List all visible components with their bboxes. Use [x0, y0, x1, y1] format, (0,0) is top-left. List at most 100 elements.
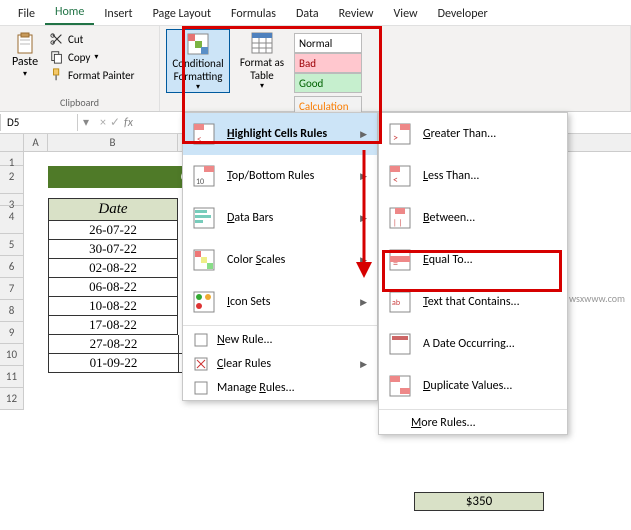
date-icon	[389, 333, 411, 355]
cut-label: Cut	[68, 33, 83, 46]
menu-highlight-cells[interactable]: < Highlight Cells Rules ▶	[183, 113, 377, 155]
date-label: A Date Occurring...	[423, 337, 557, 351]
row-header-7[interactable]: 7	[0, 278, 24, 300]
name-box[interactable]: D5	[0, 114, 78, 131]
paste-icon	[13, 31, 37, 55]
col-header-a[interactable]: A	[24, 134, 48, 151]
tab-home[interactable]: Home	[45, 1, 94, 25]
style-bad[interactable]: Bad	[294, 53, 362, 73]
cell-date-5[interactable]: 17-08-22	[48, 316, 178, 335]
style-normal[interactable]: Normal	[294, 33, 362, 53]
cell-date-3[interactable]: 06-08-22	[48, 278, 178, 297]
cond-fmt-label: Conditional Formatting	[167, 58, 229, 83]
style-good[interactable]: Good	[294, 73, 362, 93]
ribbon-tabs: File Home Insert Page Layout Formulas Da…	[0, 0, 631, 26]
duplicate-label: Duplicate Values...	[423, 379, 557, 393]
tab-insert[interactable]: Insert	[94, 3, 142, 25]
row-header-3[interactable]: 3	[0, 194, 24, 206]
menu-clear-rules[interactable]: Clear Rules ▶	[183, 352, 377, 376]
row-header-1[interactable]: 1	[0, 152, 24, 166]
menu-equal-to[interactable]: = Equal To...	[379, 239, 567, 281]
cell-extra-value[interactable]: $350	[414, 492, 544, 511]
cell-date-2[interactable]: 02-08-22	[48, 259, 178, 278]
cell-date-1[interactable]: 30-07-22	[48, 240, 178, 259]
tab-formulas[interactable]: Formulas	[221, 3, 286, 25]
menu-date-occurring[interactable]: A Date Occurring...	[379, 323, 567, 365]
icon-sets-icon	[193, 291, 215, 313]
row-header-8[interactable]: 8	[0, 300, 24, 322]
row-header-12[interactable]: 12	[0, 388, 24, 410]
menu-color-scales[interactable]: Color Scales ▶	[183, 239, 377, 281]
painter-label: Format Painter	[68, 69, 134, 82]
scissors-icon	[50, 32, 64, 46]
menu-manage-rules[interactable]: Manage Rules...	[183, 376, 377, 400]
table-icon	[250, 31, 274, 55]
tab-file[interactable]: File	[8, 3, 45, 25]
select-all-corner[interactable]	[0, 134, 24, 151]
menu-between[interactable]: | | Between...	[379, 197, 567, 239]
col-header-b[interactable]: B	[48, 134, 178, 151]
tab-view[interactable]: View	[384, 3, 428, 25]
row-header-5[interactable]: 5	[0, 234, 24, 256]
new-rule-icon	[193, 332, 209, 348]
cell-date-7[interactable]: 01-09-22	[48, 354, 178, 373]
row-header-9[interactable]: 9	[0, 322, 24, 344]
menu-more-rules[interactable]: More Rules...	[379, 412, 567, 434]
tab-data[interactable]: Data	[286, 3, 329, 25]
tab-developer[interactable]: Developer	[428, 3, 498, 25]
svg-text:>: >	[393, 131, 398, 144]
clear-rules-label: Clear Rules	[217, 357, 352, 371]
row-header-4[interactable]: 4	[0, 206, 24, 234]
svg-text:=: =	[393, 257, 398, 270]
row-header-11[interactable]: 11	[0, 366, 24, 388]
text-contains-icon: ab	[389, 291, 411, 313]
cond-fmt-icon	[186, 32, 210, 56]
greater-icon: >	[389, 123, 411, 145]
cell-date-6[interactable]: 27-08-22	[48, 335, 178, 354]
top-bottom-icon: 10	[193, 165, 215, 187]
text-contains-label: Text that Contains...	[423, 295, 557, 309]
duplicate-icon	[389, 375, 411, 397]
svg-text:| |: | |	[393, 218, 402, 228]
highlight-rules-submenu: > Greater Than... < Less Than... | | Bet…	[378, 112, 568, 435]
greater-label: Greater Than...	[423, 127, 557, 141]
tab-review[interactable]: Review	[329, 3, 384, 25]
format-as-table-button[interactable]: Format as Table▾	[230, 29, 294, 91]
menu-less-than[interactable]: < Less Than...	[379, 155, 567, 197]
cell-date-0[interactable]: 26-07-22	[48, 221, 178, 240]
clear-rules-icon	[193, 356, 209, 372]
menu-data-bars[interactable]: Data Bars ▶	[183, 197, 377, 239]
paste-label: Paste	[12, 55, 38, 69]
row-header-6[interactable]: 6	[0, 256, 24, 278]
less-label: Less Than...	[423, 169, 557, 183]
watermark: wsxwww.com	[569, 292, 625, 305]
conditional-formatting-button[interactable]: Conditional Formatting▾	[166, 29, 230, 93]
row-header-2[interactable]: 2	[0, 166, 24, 194]
cut-button[interactable]: Cut	[48, 31, 136, 47]
ribbon: Paste ▾ Cut Copy ▾ Format Painter Clipbo…	[0, 26, 631, 112]
highlight-cells-icon: <	[193, 123, 215, 145]
new-rule-label: New Rule...	[217, 333, 367, 347]
th-date: Date	[48, 198, 178, 221]
row-header-10[interactable]: 10	[0, 344, 24, 366]
row-headers: 1 2 3 4 5 6 7 8 9 10 11 12	[0, 152, 24, 410]
menu-greater-than[interactable]: > Greater Than...	[379, 113, 567, 155]
data-bars-icon	[193, 207, 215, 229]
copy-button[interactable]: Copy ▾	[48, 49, 136, 65]
between-icon: | |	[389, 207, 411, 229]
group-clipboard: Paste ▾ Cut Copy ▾ Format Painter Clipbo…	[0, 26, 160, 111]
format-painter-button[interactable]: Format Painter	[48, 67, 136, 83]
menu-new-rule[interactable]: New Rule...	[183, 328, 377, 352]
menu-duplicate-values[interactable]: Duplicate Values...	[379, 365, 567, 407]
copy-icon	[50, 50, 64, 64]
equal-label: Equal To...	[423, 253, 557, 267]
copy-label: Copy	[68, 51, 90, 64]
menu-text-contains[interactable]: ab Text that Contains...	[379, 281, 567, 323]
tab-pagelayout[interactable]: Page Layout	[143, 3, 221, 25]
menu-top-bottom[interactable]: 10 Top/Bottom Rules ▶	[183, 155, 377, 197]
cond-fmt-menu: < Highlight Cells Rules ▶ 10 Top/Bottom …	[182, 112, 378, 401]
cell-date-4[interactable]: 10-08-22	[48, 297, 178, 316]
svg-text:<: <	[197, 134, 201, 145]
menu-top-bottom-label: Top/Bottom Rules	[227, 169, 348, 183]
menu-icon-sets[interactable]: Icon Sets ▶	[183, 281, 377, 323]
